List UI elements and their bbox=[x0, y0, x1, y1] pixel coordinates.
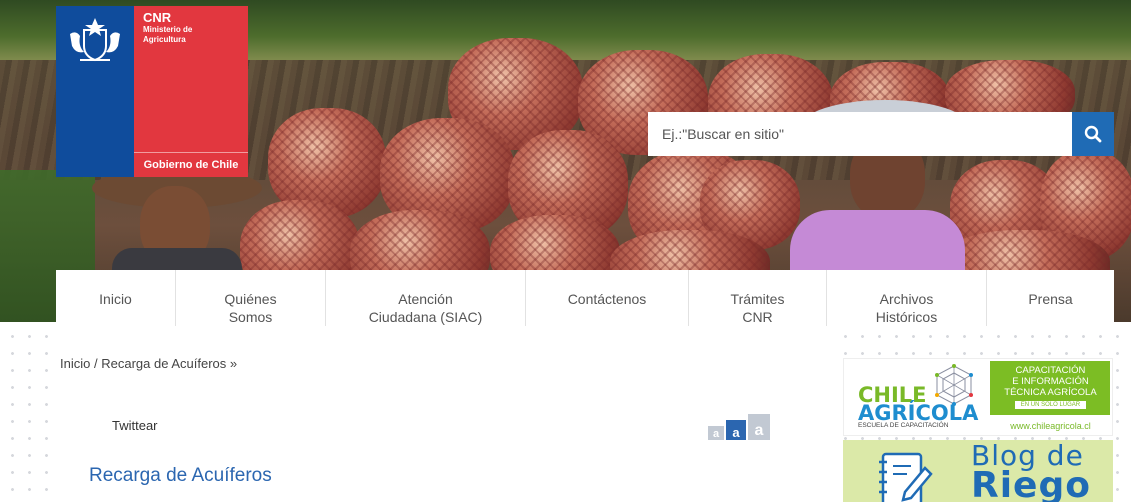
main-nav: Inicio Quiénes Somos Atención Ciudadana (S… bbox=[56, 270, 1114, 326]
font-size-large-button[interactable]: a bbox=[748, 414, 770, 440]
blog-de-riego-banner[interactable]: Blog de Riego bbox=[843, 440, 1113, 502]
chile-agricola-tagline: ESCUELA DE CAPACITACIÓN bbox=[858, 422, 949, 429]
search-input[interactable] bbox=[648, 112, 1072, 156]
chile-agricola-url: www.chileagricola.cl bbox=[1010, 421, 1091, 431]
nav-item-label-line2: CNR bbox=[742, 309, 773, 325]
nav-item-prensa[interactable]: Prensa bbox=[987, 270, 1114, 326]
info-line2: E INFORMACIÓN bbox=[1012, 376, 1089, 387]
info-line4: EN UN SOLO LUGAR bbox=[1014, 401, 1087, 409]
nav-item-label: Trámites bbox=[730, 291, 785, 307]
info-line1: CAPACITACIÓN bbox=[1015, 365, 1086, 376]
nav-item-label: Archivos bbox=[879, 291, 934, 307]
nav-item-label: Quiénes bbox=[224, 291, 277, 307]
font-size-small-button[interactable]: a bbox=[708, 426, 724, 440]
info-line3: TÉCNICA AGRÍCOLA bbox=[1004, 387, 1097, 398]
logo-ministry-line2: Agricultura bbox=[143, 35, 186, 44]
font-size-medium-button[interactable]: a bbox=[726, 420, 746, 440]
nav-item-atencion-ciudadana[interactable]: Atención Ciudadana (SIAC) bbox=[326, 270, 526, 326]
chile-agricola-banner[interactable]: CHILE AGRÍCOLA ESCUELA DE CAPACITACIÓN C… bbox=[843, 358, 1113, 436]
site-search bbox=[648, 112, 1114, 156]
search-button[interactable] bbox=[1072, 112, 1114, 156]
nav-item-label-line2: Somos bbox=[228, 309, 273, 325]
logo-acronym: CNR bbox=[143, 10, 172, 25]
notebook-pencil-icon bbox=[879, 452, 933, 502]
nav-item-label-line2: Históricos bbox=[875, 309, 938, 325]
nav-item-label: Atención bbox=[398, 291, 453, 307]
cnr-logo[interactable]: CNR Ministerio de Agricultura Gobierno d… bbox=[56, 6, 248, 177]
page-title: Recarga de Acuíferos bbox=[89, 465, 272, 486]
nav-item-inicio[interactable]: Inicio bbox=[56, 270, 176, 326]
nav-item-tramites-cnr[interactable]: Trámites CNR bbox=[689, 270, 827, 326]
nav-item-contactenos[interactable]: Contáctenos bbox=[526, 270, 689, 326]
twitter-share-button[interactable]: Twittear bbox=[112, 418, 158, 433]
blog-de-riego-word2: Riego bbox=[971, 465, 1091, 502]
logo-red-panel: CNR Ministerio de Agricultura Gobierno d… bbox=[134, 6, 248, 177]
breadcrumb-home-link[interactable]: Inicio bbox=[60, 356, 90, 371]
nav-item-quienes-somos[interactable]: Quiénes Somos bbox=[176, 270, 326, 326]
coat-of-arms-icon bbox=[70, 18, 120, 62]
nav-item-label-line2: Ciudadana (SIAC) bbox=[368, 309, 483, 325]
breadcrumb-current: Recarga de Acuíferos » bbox=[101, 356, 238, 371]
chile-agricola-info-box: CAPACITACIÓN E INFORMACIÓN TÉCNICA AGRÍC… bbox=[990, 361, 1111, 415]
nav-item-label: Inicio bbox=[99, 291, 132, 307]
nav-item-archivos-historicos[interactable]: Archivos Históricos bbox=[827, 270, 987, 326]
breadcrumb: Inicio / Recarga de Acuíferos » bbox=[60, 356, 237, 371]
logo-ministry-line1: Ministerio de bbox=[143, 25, 193, 34]
nav-item-label: Prensa bbox=[1028, 291, 1073, 307]
chile-agricola-word2: AGRÍCOLA bbox=[858, 401, 979, 425]
chile-agricola-info: CAPACITACIÓN E INFORMACIÓN TÉCNICA AGRÍC… bbox=[988, 359, 1112, 435]
logo-government: Gobierno de Chile bbox=[134, 152, 248, 171]
logo-blue-panel bbox=[56, 6, 134, 177]
font-size-controls: a a a bbox=[708, 414, 770, 440]
breadcrumb-separator: / bbox=[93, 356, 98, 371]
search-icon bbox=[1084, 125, 1102, 143]
nav-item-label: Contáctenos bbox=[567, 291, 647, 307]
chile-agricola-logo: CHILE AGRÍCOLA ESCUELA DE CAPACITACIÓN bbox=[844, 359, 988, 435]
